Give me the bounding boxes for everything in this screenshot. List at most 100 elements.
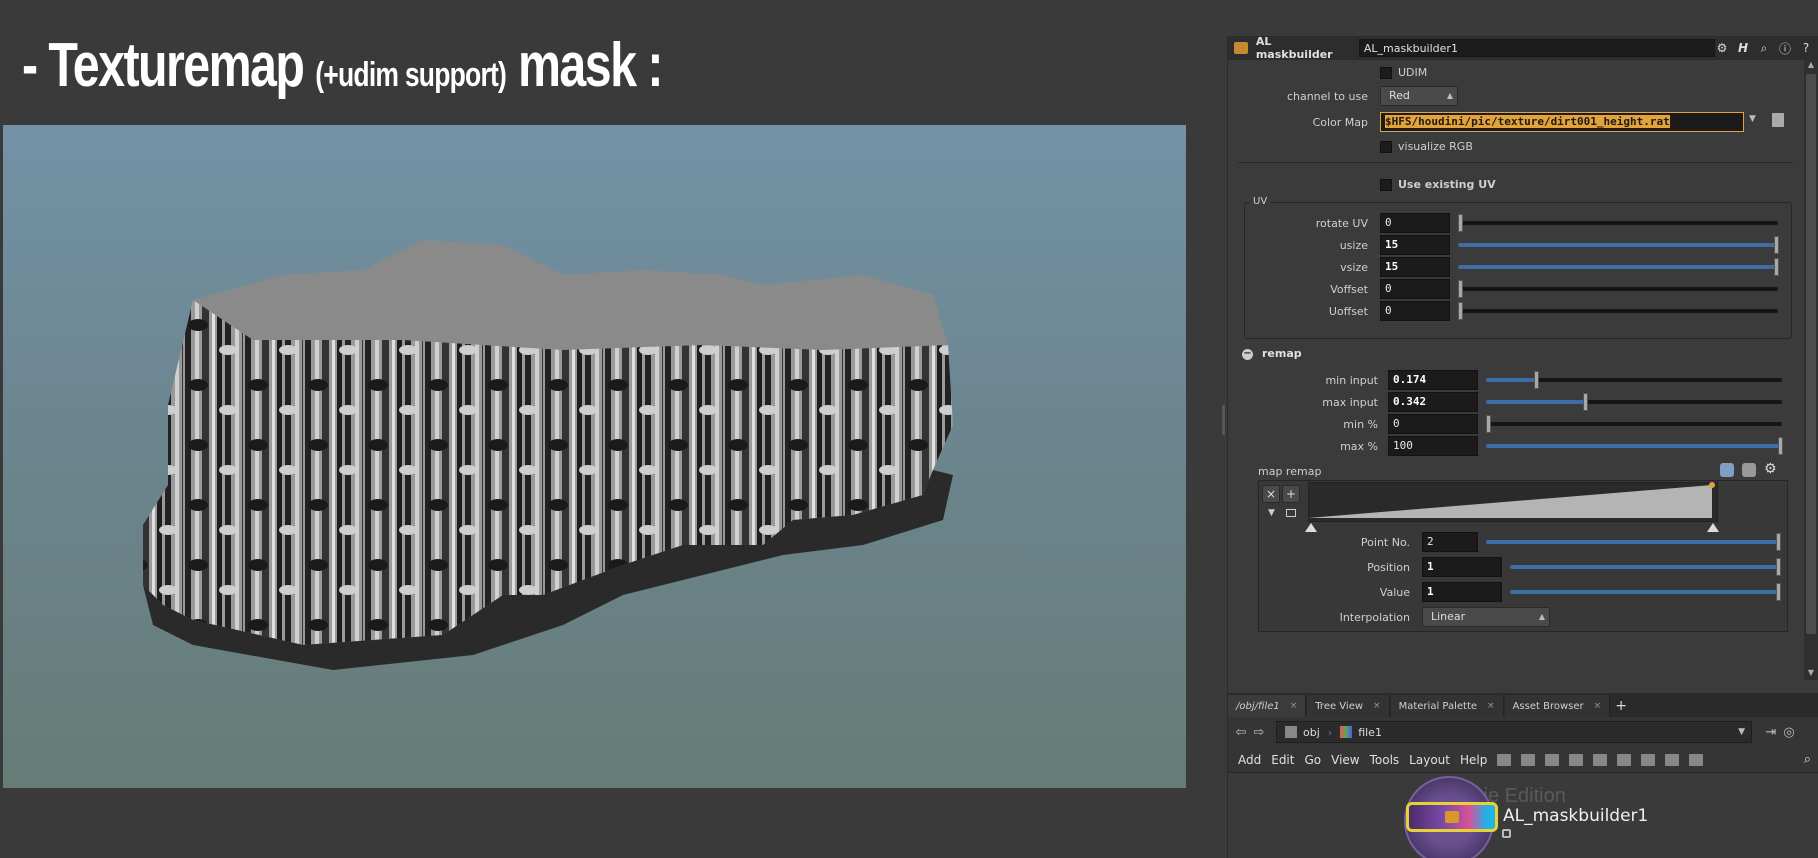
search-icon[interactable]: ⌕ bbox=[1757, 41, 1771, 55]
point-no-slider[interactable] bbox=[1486, 533, 1781, 551]
scroll-up-icon[interactable]: ▲ bbox=[1804, 60, 1818, 72]
uv-rotate-uv-slider-knob[interactable] bbox=[1458, 214, 1463, 232]
uv-usize-slider-knob[interactable] bbox=[1774, 236, 1779, 254]
menu-go[interactable]: Go bbox=[1304, 753, 1321, 767]
visualize-rgb-checkbox[interactable] bbox=[1380, 141, 1392, 153]
value-slider[interactable] bbox=[1510, 583, 1781, 601]
ramp-graph[interactable] bbox=[1308, 482, 1718, 522]
network-editor[interactable]: tie Edition AL_maskbuilder1 bbox=[1228, 773, 1818, 858]
remap-max-pct-slider-knob[interactable] bbox=[1778, 437, 1783, 455]
remap-max-input-slider-knob[interactable] bbox=[1583, 393, 1589, 411]
position-slider[interactable] bbox=[1510, 558, 1781, 576]
remap-max-input-slider[interactable] bbox=[1486, 393, 1782, 411]
pane-divider-handle[interactable] bbox=[1222, 405, 1225, 435]
palette-icon[interactable] bbox=[1689, 753, 1704, 766]
remap-min-input-slider-knob[interactable] bbox=[1533, 371, 1539, 389]
pane-tab-2[interactable]: Material Palette × bbox=[1390, 695, 1504, 717]
link-target-icon[interactable]: ◎ bbox=[1780, 725, 1798, 740]
ramp-key-1[interactable] bbox=[1305, 523, 1317, 532]
forward-arrow-icon[interactable]: ⇨ bbox=[1250, 725, 1268, 740]
colormap-field[interactable]: $HFS/houdini/pic/texture/dirt001_height.… bbox=[1380, 112, 1744, 132]
uv-voffset-slider[interactable] bbox=[1458, 280, 1778, 298]
collapse-icon[interactable]: − bbox=[1242, 349, 1253, 360]
remap-min-pct-slider-knob[interactable] bbox=[1486, 415, 1491, 433]
parameter-scrollbar[interactable]: ▲ ▼ bbox=[1804, 60, 1818, 680]
note-icon[interactable] bbox=[1641, 753, 1656, 766]
udim-checkbox[interactable] bbox=[1380, 67, 1392, 79]
uv-vsize-slider[interactable] bbox=[1458, 258, 1779, 276]
pane-tab-0[interactable]: /obj/file1 × bbox=[1228, 695, 1307, 717]
help-icon[interactable]: ? bbox=[1799, 41, 1813, 55]
ramp-preset-icon[interactable] bbox=[1720, 463, 1734, 477]
gear-icon[interactable]: ⚙ bbox=[1715, 41, 1729, 55]
crumb-obj[interactable]: obj bbox=[1277, 726, 1328, 739]
ramp-point-2[interactable] bbox=[1709, 482, 1715, 488]
uv-usize-field[interactable]: 15 bbox=[1380, 235, 1450, 255]
node-name-label[interactable]: AL_maskbuilder1 bbox=[1503, 806, 1648, 826]
uv-voffset-field[interactable]: 0 bbox=[1380, 279, 1450, 299]
list-icon[interactable] bbox=[1545, 753, 1560, 766]
stamp-icon[interactable] bbox=[1665, 753, 1680, 766]
value-field[interactable]: 1 bbox=[1422, 582, 1502, 602]
interpolation-dropdown[interactable]: Linear ▲ bbox=[1422, 607, 1550, 627]
menu-view[interactable]: View bbox=[1331, 753, 1359, 767]
uv-rotate-uv-field[interactable]: 0 bbox=[1380, 213, 1450, 233]
ramp-gear-icon[interactable]: ⚙ bbox=[1764, 461, 1777, 477]
close-tab-icon[interactable]: × bbox=[1594, 701, 1602, 711]
remap-min-pct-field[interactable]: 0 bbox=[1388, 414, 1478, 434]
image-icon[interactable] bbox=[1617, 753, 1632, 766]
close-tab-icon[interactable]: × bbox=[1373, 701, 1381, 711]
scroll-thumb[interactable] bbox=[1806, 74, 1816, 634]
ramp-camera-icon[interactable] bbox=[1742, 463, 1756, 477]
uv-uoffset-field[interactable]: 0 bbox=[1380, 301, 1450, 321]
colormap-menu-icon[interactable]: ▼ bbox=[1749, 114, 1756, 124]
file-chooser-icon[interactable] bbox=[1772, 113, 1784, 127]
pane-tab-3[interactable]: Asset Browser × bbox=[1504, 695, 1611, 717]
remap-min-pct-slider[interactable] bbox=[1486, 415, 1782, 433]
uv-uoffset-slider-knob[interactable] bbox=[1458, 302, 1463, 320]
remap-max-pct-field[interactable]: 100 bbox=[1388, 436, 1478, 456]
maskbuilder-node[interactable] bbox=[1406, 802, 1498, 832]
layout-icon[interactable] bbox=[1593, 753, 1608, 766]
node-name-input[interactable] bbox=[1358, 39, 1715, 57]
info-icon[interactable]: ⓘ bbox=[1778, 41, 1792, 56]
tree-icon[interactable] bbox=[1521, 753, 1536, 766]
path-breadcrumb[interactable]: obj › file1 ▼ bbox=[1276, 721, 1752, 743]
uv-rotate-uv-slider[interactable] bbox=[1458, 214, 1778, 232]
pane-tab-1[interactable]: Tree View × bbox=[1307, 695, 1390, 717]
use-existing-uv-checkbox[interactable] bbox=[1380, 179, 1392, 191]
remap-max-pct-slider[interactable] bbox=[1486, 437, 1783, 455]
uv-usize-slider[interactable] bbox=[1458, 236, 1779, 254]
pin-icon[interactable]: ⇥ bbox=[1762, 725, 1780, 740]
add-tab-icon[interactable]: + bbox=[1611, 695, 1631, 717]
lock-icon[interactable] bbox=[1502, 829, 1511, 838]
menu-layout[interactable]: Layout bbox=[1409, 753, 1450, 767]
link-icon[interactable] bbox=[1286, 509, 1296, 517]
menu-add[interactable]: Add bbox=[1238, 753, 1261, 767]
add-point-button[interactable]: + bbox=[1282, 485, 1300, 503]
expand-arrow-icon[interactable]: ▼ bbox=[1268, 508, 1275, 518]
remap-section-title[interactable]: remap bbox=[1262, 347, 1302, 360]
position-field[interactable]: 1 bbox=[1422, 557, 1502, 577]
ramp-key-2[interactable] bbox=[1707, 523, 1719, 532]
uv-vsize-field[interactable]: 15 bbox=[1380, 257, 1450, 277]
remap-max-input-field[interactable]: 0.342 bbox=[1388, 392, 1478, 412]
uv-uoffset-slider[interactable] bbox=[1458, 302, 1778, 320]
back-arrow-icon[interactable]: ⇦ bbox=[1232, 725, 1250, 740]
menu-tools[interactable]: Tools bbox=[1370, 753, 1400, 767]
uv-voffset-slider-knob[interactable] bbox=[1458, 280, 1463, 298]
channel-dropdown[interactable]: Red ▲ bbox=[1380, 86, 1458, 106]
network-search-icon[interactable]: ⌕ bbox=[1804, 752, 1811, 767]
3d-viewport[interactable] bbox=[3, 125, 1186, 788]
wrench-icon[interactable] bbox=[1497, 753, 1512, 766]
remove-point-button[interactable]: × bbox=[1262, 485, 1280, 503]
menu-edit[interactable]: Edit bbox=[1271, 753, 1294, 767]
menu-help[interactable]: Help bbox=[1460, 753, 1487, 767]
remap-min-input-field[interactable]: 0.174 bbox=[1388, 370, 1478, 390]
point-no-field[interactable]: 2 bbox=[1422, 532, 1478, 552]
scroll-down-icon[interactable]: ▼ bbox=[1804, 668, 1818, 680]
crumb-file1[interactable]: file1 bbox=[1332, 726, 1390, 739]
uv-vsize-slider-knob[interactable] bbox=[1774, 258, 1779, 276]
path-dropdown-icon[interactable]: ▼ bbox=[1738, 727, 1745, 737]
help-h-icon[interactable]: H bbox=[1736, 41, 1750, 55]
